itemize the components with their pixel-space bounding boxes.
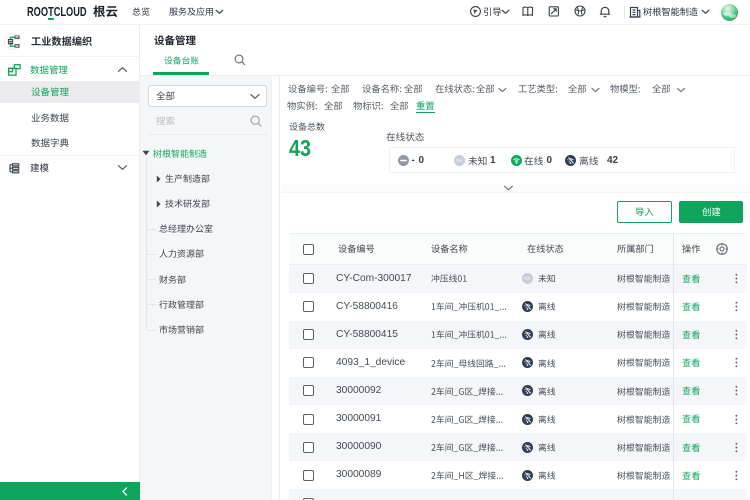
svg-text:NA: NA	[456, 158, 463, 163]
svg-text:NA: NA	[524, 276, 531, 281]
